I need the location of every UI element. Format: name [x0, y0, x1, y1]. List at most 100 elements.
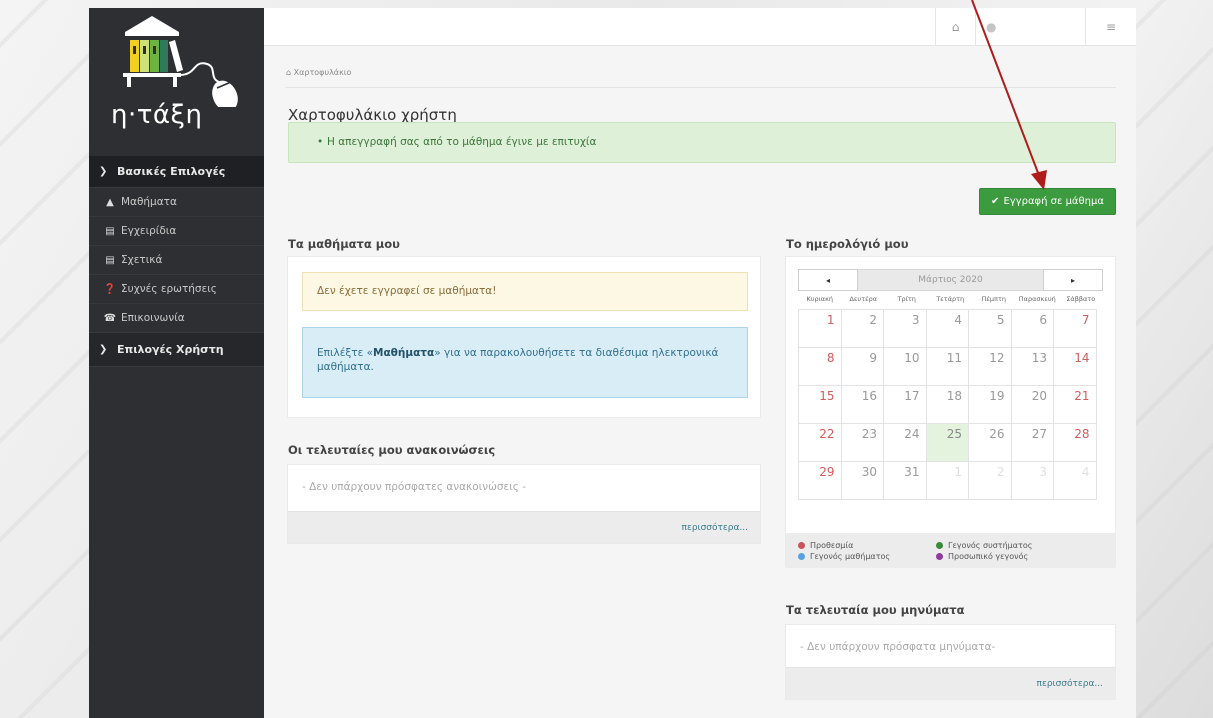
calendar-day[interactable]: 13	[1010, 347, 1054, 386]
success-alert: • Η απεγγραφή σας από το μάθημα έγινε με…	[288, 122, 1116, 163]
check-icon: ✔	[991, 196, 1000, 207]
sidebar-item-label: Μαθήματα	[121, 196, 177, 208]
sidebar-item-manuals[interactable]: ▤ Εγχειρίδια	[89, 217, 264, 246]
legend-label: Γεγονός μαθήματος	[810, 552, 891, 561]
calendar-day[interactable]: 14	[1053, 347, 1097, 386]
chevron-down-icon: ❯	[99, 166, 108, 177]
graduation-cap-icon: ▲	[106, 196, 114, 208]
legend-dot	[798, 553, 805, 560]
calendar-day[interactable]: 1	[798, 309, 842, 348]
caret-left-icon: ◂	[825, 275, 830, 285]
calendar-day[interactable]: 2	[840, 309, 884, 348]
calendar-day[interactable]: 23	[840, 423, 884, 462]
calendar-day[interactable]: 21	[1053, 385, 1097, 424]
caret-right-icon: ▸	[1070, 275, 1075, 285]
legend-dot	[936, 553, 943, 560]
calendar-day[interactable]: 3	[1010, 461, 1054, 500]
announcements-title: Οι τελευταίες μου ανακοινώσεις	[288, 443, 496, 457]
calendar-day[interactable]: 15	[798, 385, 842, 424]
sidebar-item-faq[interactable]: ❓ Συχνές ερωτήσεις	[89, 275, 264, 304]
sidebar-section-basic[interactable]: ❯ Βασικές Επιλογές	[89, 156, 264, 188]
calendar-week: 15 16 17 18 19 20 21	[798, 385, 1103, 424]
calendar-day[interactable]: 11	[925, 347, 969, 386]
calendar-prev-button[interactable]: ◂	[798, 269, 858, 291]
home-icon: ⌂	[286, 68, 292, 77]
user-menu-button[interactable]: ●	[975, 8, 1085, 46]
enroll-course-button[interactable]: ✔ Εγγραφή σε μάθημα	[979, 188, 1116, 215]
calendar-day[interactable]: 28	[1053, 423, 1097, 462]
sidebar-item-contact[interactable]: ☎ Επικοινωνία	[89, 304, 264, 333]
sidebar-item-courses[interactable]: ▲ Μαθήματα	[89, 188, 264, 217]
calendar-day[interactable]: 1	[925, 461, 969, 500]
breadcrumb[interactable]: ⌂ Χαρτοφυλάκιο	[286, 68, 351, 77]
calendar-day[interactable]: 20	[1010, 385, 1054, 424]
messages-footer: περισσότερα...	[786, 667, 1115, 699]
legend-dot	[798, 542, 805, 549]
success-message: Η απεγγραφή σας από το μάθημα έγινε με ε…	[327, 136, 597, 148]
home-button[interactable]: ⌂	[935, 8, 975, 46]
phone-icon: ☎	[103, 312, 117, 324]
legend-label: Προσωπικό γεγονός	[948, 552, 1029, 561]
sidebar-item-label: Συχνές ερωτήσεις	[121, 283, 217, 295]
calendar-day[interactable]: 10	[883, 347, 927, 386]
calendar-day[interactable]: 9	[840, 347, 884, 386]
calendar-day[interactable]: 22	[798, 423, 842, 462]
calendar-day[interactable]: 5	[968, 309, 1012, 348]
calendar-legend: Προθεσμία Γεγονός συστήματος Γεγονός μαθ…	[786, 533, 1115, 568]
messages-panel: - Δεν υπάρχουν πρόσφατα μηνύματα- περισσ…	[785, 624, 1116, 700]
calendar-day[interactable]: 30	[840, 461, 884, 500]
sidebar-section-label: Βασικές Επιλογές	[117, 165, 226, 178]
calendar-panel: ◂ Μάρτιος 2020 ▸ Κυριακή Δευτέρα Τρίτη Τ…	[785, 256, 1116, 568]
calendar-day[interactable]: 17	[883, 385, 927, 424]
calendar-day[interactable]: 29	[798, 461, 842, 500]
calendar-day[interactable]: 8	[798, 347, 842, 386]
messages-empty: - Δεν υπάρχουν πρόσφατα μηνύματα-	[800, 641, 996, 653]
question-circle-icon: ❓	[103, 283, 117, 295]
sidebar: η·τάξη ❯ Βασικές Επιλογές ▲ Μαθήματα ▤ Ε…	[89, 8, 264, 718]
calendar-rows: 1 2 3 4 5 6 7 8 9 10 11 12 13 14 15 16 17 18 19 20 21 22 23 24 2…	[798, 309, 1103, 500]
calendar-day[interactable]: 19	[968, 385, 1012, 424]
calendar-day[interactable]: 2	[968, 461, 1012, 500]
legend-item-deadline: Προθεσμία	[798, 541, 853, 550]
calendar-next-button[interactable]: ▸	[1043, 269, 1103, 291]
sidebar-item-label: Εγχειρίδια	[121, 225, 177, 237]
logo-text: η·τάξη	[111, 100, 203, 130]
weekday-label: Κυριακή	[806, 295, 834, 303]
calendar-day[interactable]: 6	[1010, 309, 1054, 348]
legend-dot	[936, 542, 943, 549]
weekday-label: Σάββατο	[1066, 295, 1096, 303]
sidebar-section-label: Επιλογές Χρήστη	[117, 343, 224, 356]
calendar-day[interactable]: 3	[883, 309, 927, 348]
announcements-footer: περισσότερα...	[288, 511, 760, 543]
messages-title: Τα τελευταία μου μηνύματα	[786, 603, 965, 617]
weekday-label: Παρασκευή	[1018, 295, 1056, 303]
background-decoration-left	[0, 0, 90, 718]
calendar-day[interactable]: 7	[1053, 309, 1097, 348]
logo[interactable]: η·τάξη	[89, 8, 264, 156]
calendar-month: Μάρτιος 2020	[858, 269, 1043, 291]
calendar-day[interactable]: 4	[925, 309, 969, 348]
courses-link[interactable]: Μαθήματα	[373, 347, 434, 359]
calendar-day[interactable]: 27	[1010, 423, 1054, 462]
sidebar-item-about[interactable]: ▤ Σχετικά	[89, 246, 264, 275]
info-text: Επιλέξτε «	[317, 347, 374, 359]
my-courses-title: Τα μαθήματα μου	[288, 237, 400, 251]
legend-item-system: Γεγονός συστήματος	[936, 541, 1032, 550]
courses-info-alert: Επιλέξτε «Μαθήματα» για να παρακολουθήσε…	[302, 327, 748, 398]
weekday-label: Πέμπτη	[981, 295, 1006, 303]
messages-more-link[interactable]: περισσότερα...	[1037, 679, 1103, 689]
calendar-day[interactable]: 12	[968, 347, 1012, 386]
calendar-day[interactable]: 16	[840, 385, 884, 424]
calendar-day[interactable]: 4	[1053, 461, 1097, 500]
settings-toggle-button[interactable]: ≡	[1085, 8, 1136, 46]
calendar-day[interactable]: 25	[925, 423, 969, 462]
calendar-title: Το ημερολόγιό μου	[786, 237, 909, 251]
calendar-day[interactable]: 31	[883, 461, 927, 500]
calendar-day[interactable]: 26	[968, 423, 1012, 462]
my-courses-panel: Δεν έχετε εγγραφεί σε μαθήματα! Επιλέξτε…	[287, 256, 761, 418]
announcements-more-link[interactable]: περισσότερα...	[682, 523, 748, 533]
calendar-day[interactable]: 18	[925, 385, 969, 424]
calendar-day[interactable]: 24	[883, 423, 927, 462]
sidebar-section-user[interactable]: ❯ Επιλογές Χρήστη	[89, 333, 264, 367]
chevron-right-icon: ❯	[99, 344, 108, 355]
